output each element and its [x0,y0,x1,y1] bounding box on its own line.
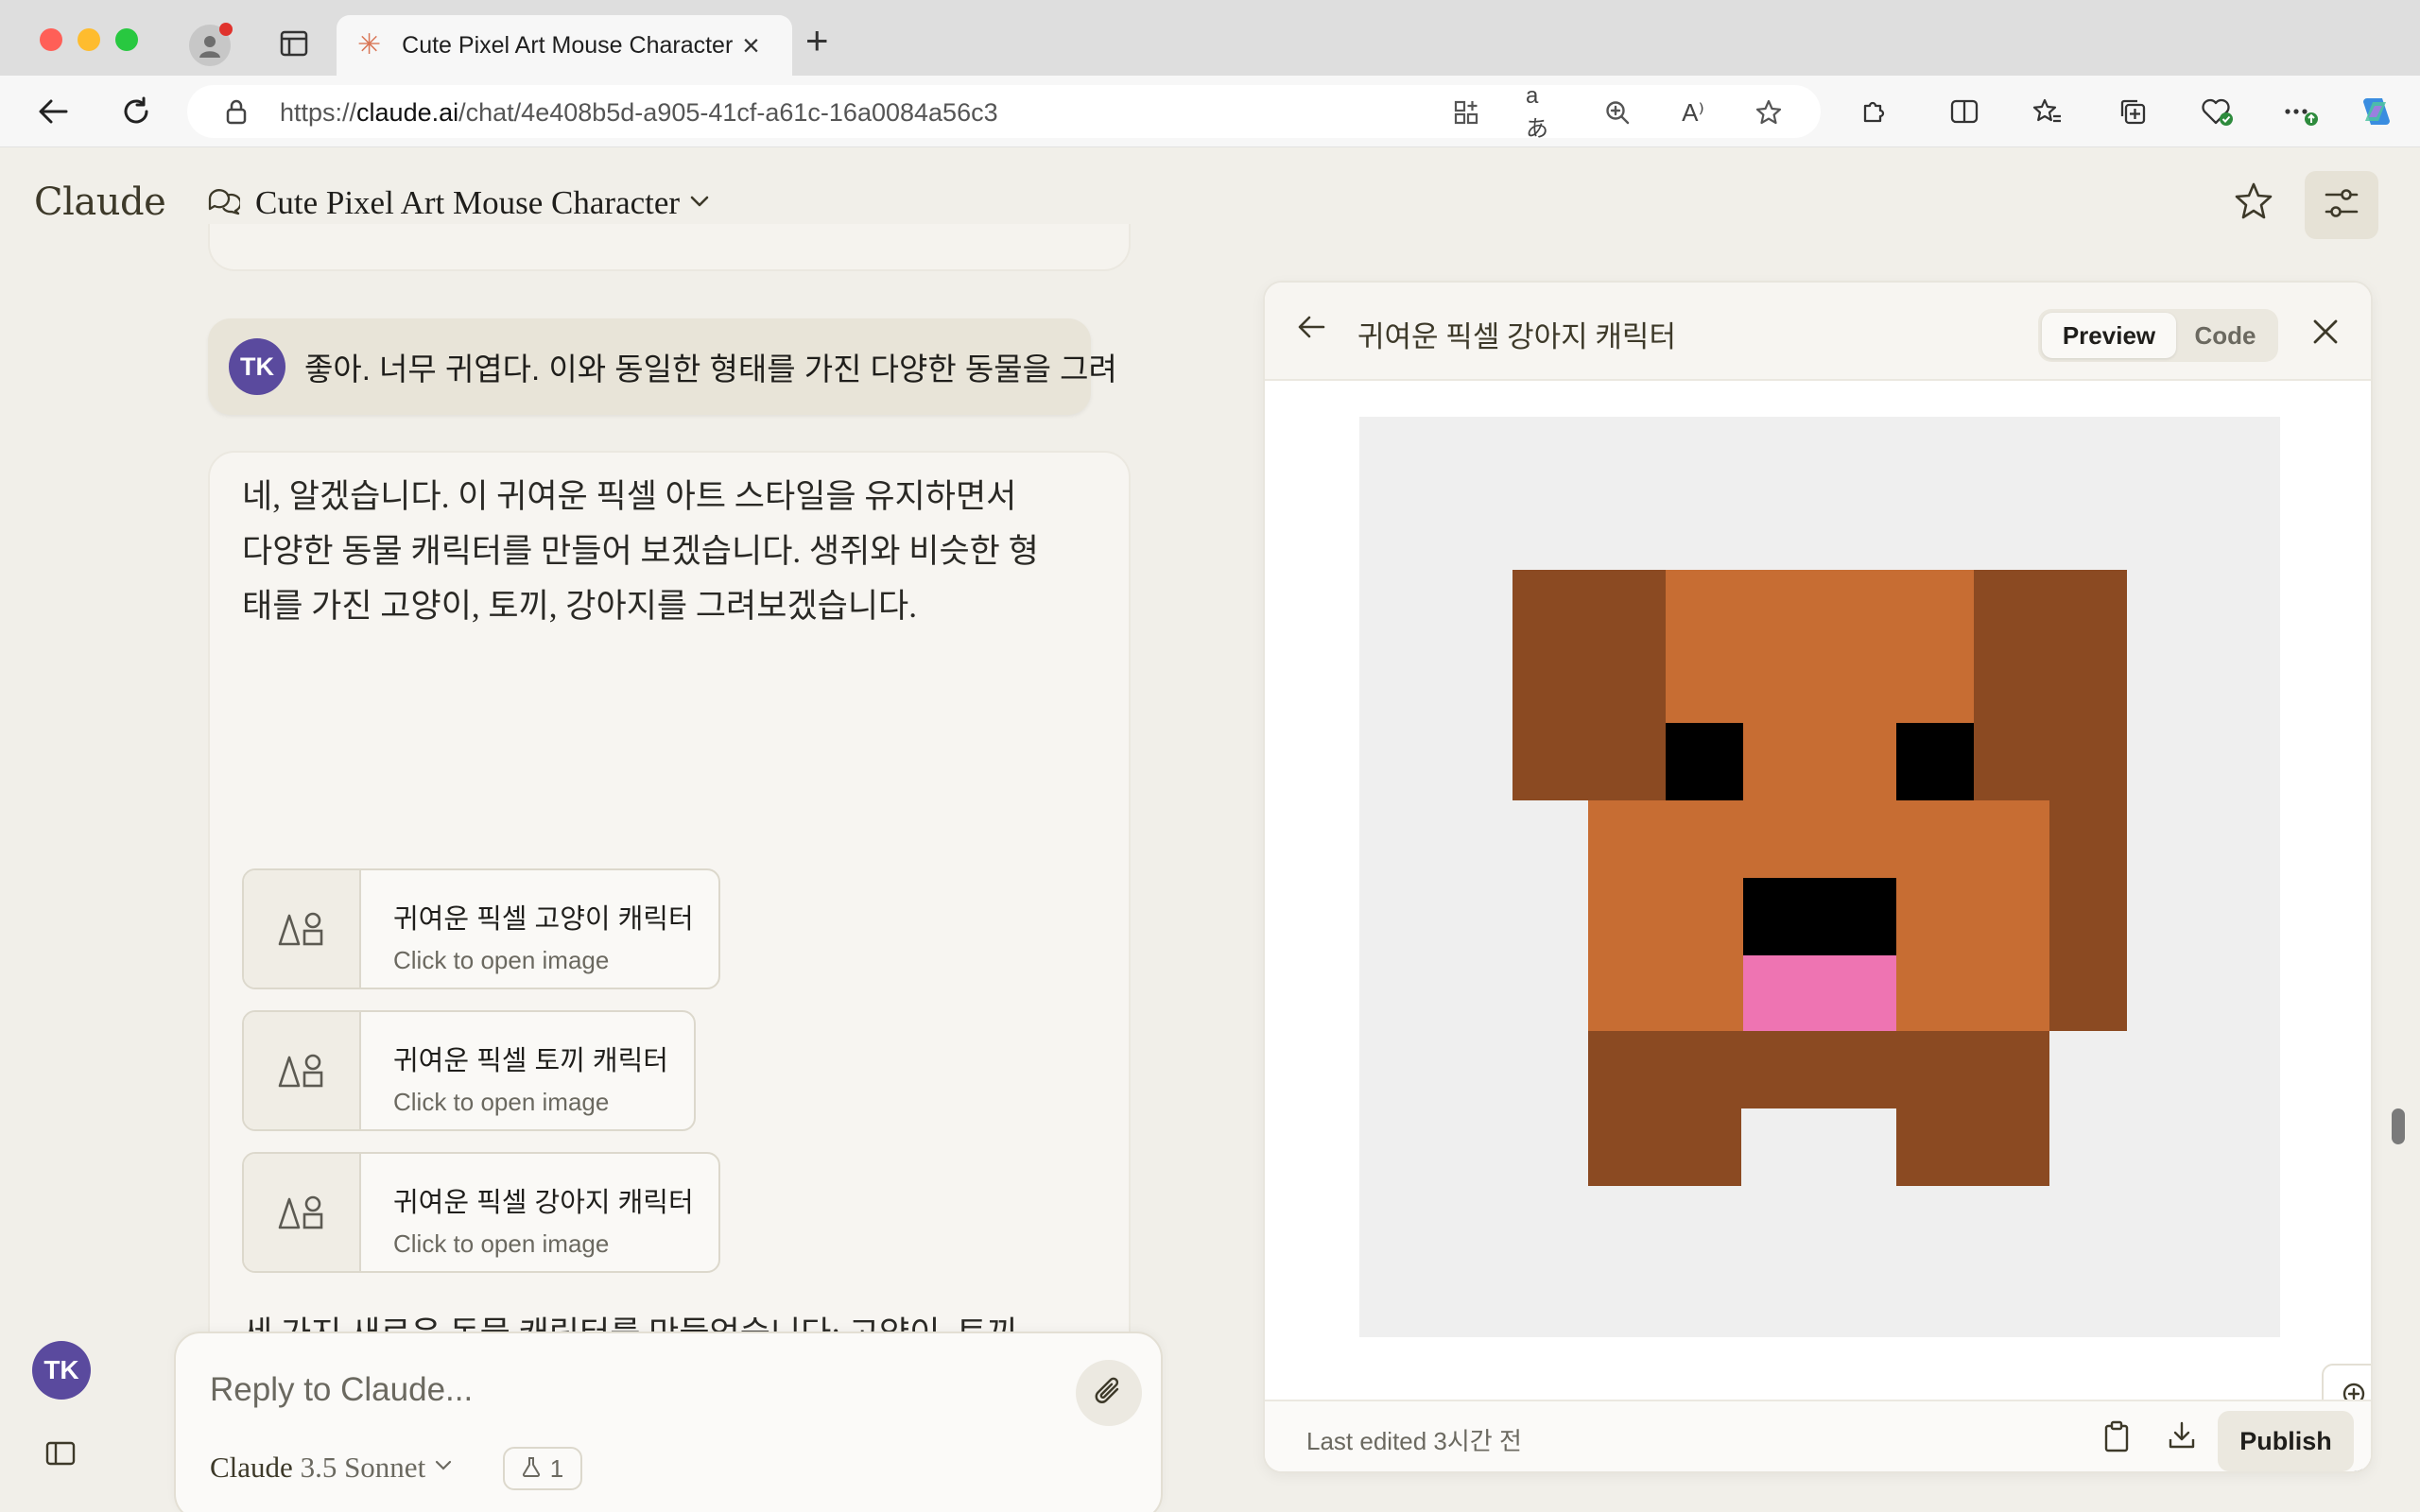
artifact-panel-footer: Last edited 3시간 전 Publish [1265,1400,2371,1471]
extensions-icon[interactable] [1855,93,1893,130]
claude-logo[interactable]: Claude [34,180,166,224]
dog-side-shade [2049,800,2127,1031]
dog-right-leg [1896,1108,2049,1186]
artifact-title: 귀여운 픽셀 고양이 캐릭터 [393,904,694,935]
artifact-card-cat[interactable]: 귀여운 픽셀 고양이 캐릭터 Click to open image [242,868,720,989]
new-tab-icon[interactable]: + [805,21,829,60]
attach-button[interactable] [1076,1360,1142,1426]
vertical-tabs-icon[interactable] [280,30,308,61]
lock-icon [225,98,248,129]
artifact-subtitle: Click to open image [393,1088,610,1116]
copy-clipboard-icon[interactable] [2102,1420,2131,1457]
collections-icon[interactable] [2114,93,2152,130]
artifact-panel-title: 귀여운 픽셀 강아지 캐릭터 [1357,320,1676,353]
window-close-button[interactable] [40,28,62,51]
close-icon[interactable] [2310,317,2341,352]
tab-close-icon[interactable]: × [742,30,760,60]
artifact-card-rabbit[interactable]: 귀여운 픽셀 토끼 캐릭터 Click to open image [242,1010,696,1131]
tab-title: Cute Pixel Art Mouse Character [402,31,734,59]
dog-body [1588,1031,2049,1108]
badge-count: 1 [549,1453,564,1483]
user-message-text: 좋아. 너무 귀엽다. 이와 동일한 형태를 가진 다양한 동물을 그려 [304,352,1117,387]
download-icon[interactable] [2167,1420,2197,1455]
tab-code[interactable]: Code [2176,313,2274,358]
reload-icon[interactable] [117,93,155,130]
claude-favicon-icon: ✳ [357,29,382,60]
browser-toolbar: https://claude.ai/chat/4e408b5d-a905-41c… [0,76,2420,147]
artifact-subtitle: Click to open image [393,946,610,974]
page-scrollbar-thumb[interactable] [2392,1108,2405,1144]
reply-input[interactable]: Reply to Claude... [210,1371,473,1409]
favorites-icon[interactable] [2029,93,2066,130]
dog-right-eye [1896,723,1974,800]
window-maximize-button[interactable] [115,28,138,51]
chevron-down-icon [435,1459,452,1476]
tab-preview[interactable]: Preview [2042,313,2176,358]
sidebar-toggle-icon[interactable] [45,1441,76,1470]
artifact-title: 귀여운 픽셀 강아지 캐릭터 [393,1188,694,1218]
assistant-intro-text: 네, 알겠습니다. 이 귀여운 픽셀 아트 스타일을 유지하면서 다양한 동물 … [242,478,1039,625]
dog-mouth [1743,878,1896,955]
shapes-icon [244,870,361,988]
chat-controls-button[interactable] [2305,171,2378,239]
profile-avatar-icon[interactable] [189,23,233,66]
previous-message-card [208,224,1131,271]
feature-preview-badge[interactable]: 1 [503,1447,582,1490]
back-arrow-icon[interactable] [1297,315,1325,344]
url-text: https://claude.ai/chat/4e408b5d-a905-41c… [280,98,998,127]
flask-icon [522,1454,541,1484]
last-edited-text: Last edited 3시간 전 [1306,1427,1522,1455]
apps-grid-icon[interactable] [1450,96,1482,129]
dog-left-leg [1588,1108,1741,1186]
artifact-panel: 귀여운 픽셀 강아지 캐릭터 Preview Code Last edited … [1263,281,2373,1473]
back-arrow-icon[interactable] [34,93,72,130]
pixel-art-canvas [1359,417,2280,1337]
user-avatar: TK [229,338,285,395]
sliders-icon [2324,187,2360,224]
paperclip-icon [1093,1374,1125,1413]
shapes-icon [244,1154,361,1271]
reply-composer[interactable]: Reply to Claude... Claude 3.5 Sonnet 1 [174,1332,1163,1512]
window-minimize-button[interactable] [78,28,100,51]
artifact-panel-header: 귀여운 픽셀 강아지 캐릭터 Preview Code [1265,283,2371,381]
dog-tongue [1743,955,1896,1031]
user-message: TK 좋아. 너무 귀엽다. 이와 동일한 형태를 가진 다양한 동물을 그려 [208,318,1117,415]
translate-icon[interactable]: aあ [1526,83,1558,142]
star-chat-icon[interactable] [2233,180,2274,222]
dog-left-eye [1666,723,1743,800]
chevron-down-icon [689,195,710,213]
browser-tab-active[interactable]: ✳ Cute Pixel Art Mouse Character × [337,15,792,76]
model-selector[interactable]: Claude 3.5 Sonnet [210,1451,452,1485]
claude-app: Claude Cute Pixel Art Mouse Character TK… [0,148,2420,1512]
chat-title: Cute Pixel Art Mouse Character [255,184,681,221]
chat-bubbles-icon [206,185,242,222]
read-aloud-icon[interactable]: A⁾ [1677,96,1709,129]
artifact-subtitle: Click to open image [393,1229,610,1258]
dog-left-ear [1512,570,1666,800]
zoom-icon[interactable] [1601,96,1634,129]
artifact-title: 귀여운 픽셀 토끼 캐릭터 [393,1046,668,1076]
artifact-card-dog[interactable]: 귀여운 픽셀 강아지 캐릭터 Click to open image [242,1152,720,1273]
view-toggle: Preview Code [2038,309,2278,362]
publish-button[interactable]: Publish [2218,1411,2354,1471]
chat-title-menu[interactable]: Cute Pixel Art Mouse Character [206,184,710,222]
assistant-message: 네, 알겠습니다. 이 귀여운 픽셀 아트 스타일을 유지하면서 다양한 동물 … [208,451,1131,1405]
browser-tab-bar: ✳ Cute Pixel Art Mouse Character × + [0,0,2420,76]
account-avatar[interactable]: TK [32,1341,91,1400]
address-bar[interactable]: https://claude.ai/chat/4e408b5d-a905-41c… [187,83,1821,142]
favorite-star-icon[interactable] [1753,96,1785,129]
dog-right-ear [1974,570,2127,800]
more-menu-icon[interactable] [2282,93,2320,130]
shapes-icon [244,1012,361,1129]
copilot-icon[interactable] [2358,93,2395,130]
browser-health-icon[interactable] [2199,93,2237,130]
split-screen-icon[interactable] [1945,93,1983,130]
